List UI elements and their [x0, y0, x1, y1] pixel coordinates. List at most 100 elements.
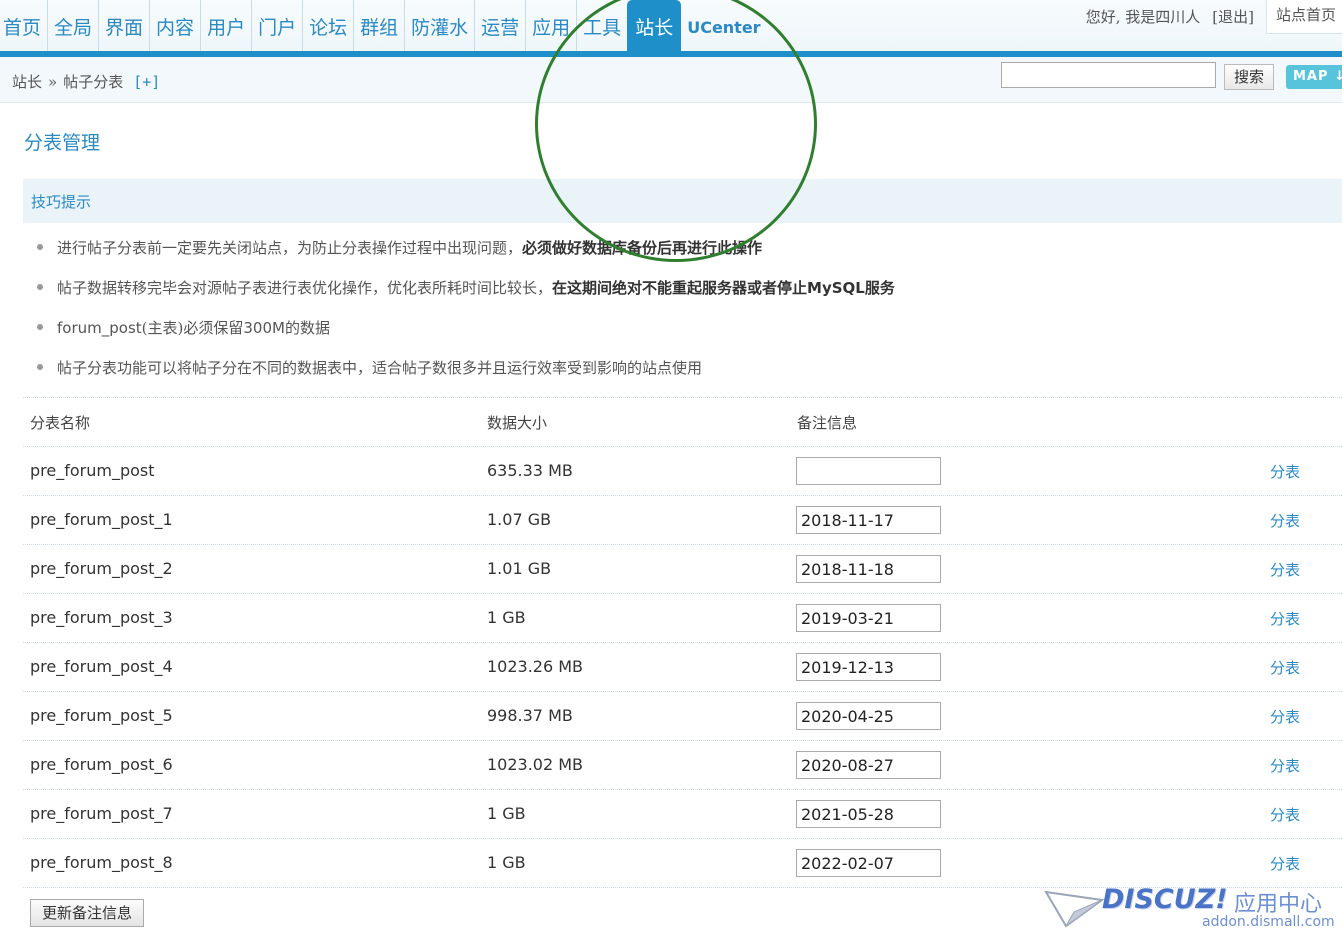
map-button[interactable]: MAP ↓: [1286, 65, 1342, 89]
nav-item-home[interactable]: 首页: [0, 0, 49, 52]
table-name-cell: pre_forum_post_1: [30, 510, 173, 529]
tip-strong: 在这期间绝对不能重起服务器或者停止: [552, 279, 808, 297]
table-row: pre_forum_post_1 1.07 GB 分表: [23, 496, 1342, 545]
note-input[interactable]: [796, 555, 941, 583]
tip-item: 进行帖子分表前一定要先关闭站点，为防止分表操作过程中出现问题，必须做好数据库备份…: [23, 228, 895, 268]
table-name-cell: pre_forum_post_3: [30, 608, 173, 627]
nav-item-groups[interactable]: 群组: [354, 0, 406, 52]
split-table-link[interactable]: 分表: [1270, 706, 1300, 727]
note-input[interactable]: [796, 457, 941, 485]
table-name-cell: pre_forum_post_7: [30, 804, 173, 823]
data-size-cell: 635.33 MB: [487, 461, 573, 480]
tip-tail: 的数据: [284, 319, 330, 337]
user-info: 您好, 我是四川人 [退出]: [1086, 6, 1254, 27]
nav-item-apps[interactable]: 应用: [526, 0, 578, 52]
watermark-logo: DISCUZ!: [1102, 884, 1228, 915]
split-table-link[interactable]: 分表: [1270, 608, 1300, 629]
tips-header: 技巧提示: [23, 179, 1342, 223]
table-row: pre_forum_post_8 1 GB 分表: [23, 839, 1342, 888]
nav-item-content[interactable]: 内容: [150, 0, 202, 52]
map-label: MAP: [1293, 69, 1329, 84]
search-button[interactable]: 搜索: [1224, 64, 1274, 90]
breadcrumb-current: 帖子分表: [63, 73, 124, 91]
nav-item-interface[interactable]: 界面: [99, 0, 151, 52]
data-size-cell: 1023.26 MB: [487, 657, 584, 676]
watermark-url: addon.dismall.com: [1202, 914, 1335, 930]
table-name-cell: pre_forum_post_2: [30, 559, 173, 578]
add-shortcut-link[interactable]: [+]: [133, 73, 160, 91]
nav-item-global[interactable]: 全局: [48, 0, 100, 52]
main-nav: 首页 全局 界面 内容 用户 门户 论坛 群组 防灌水 运营 应用 工具 站长 …: [0, 0, 767, 52]
split-table-link[interactable]: 分表: [1270, 461, 1300, 482]
split-table-link[interactable]: 分表: [1270, 755, 1300, 776]
table-header: 分表名称 数据大小 备注信息: [23, 398, 1342, 447]
nav-item-users[interactable]: 用户: [201, 0, 253, 52]
header-size: 数据大小: [487, 414, 548, 432]
nav-item-tools[interactable]: 工具: [577, 0, 627, 52]
breadcrumb-parent[interactable]: 站长: [12, 73, 42, 91]
logout-link[interactable]: [退出]: [1212, 8, 1254, 26]
update-notes-button[interactable]: 更新备注信息: [30, 899, 144, 927]
note-input[interactable]: [796, 849, 941, 877]
tips-title: 技巧提示: [31, 193, 92, 211]
tip-text: 帖子分表功能可以将帖子分在不同的数据表中，适合帖子数很多并且运行效率受到影响的站…: [57, 359, 703, 377]
table-row: pre_forum_post_6 1023.02 MB 分表: [23, 741, 1342, 790]
data-size-cell: 1.01 GB: [487, 559, 552, 578]
site-home-button[interactable]: 站点首页: [1266, 0, 1342, 34]
note-input[interactable]: [796, 751, 941, 779]
data-size-cell: 1 GB: [487, 853, 526, 872]
note-input[interactable]: [796, 702, 941, 730]
nav-item-operations[interactable]: 运营: [475, 0, 527, 52]
split-table-link[interactable]: 分表: [1270, 657, 1300, 678]
nav-item-portal[interactable]: 门户: [252, 0, 304, 52]
table-name-cell: pre_forum_post_4: [30, 657, 173, 676]
tip-item: 帖子数据转移完毕会对源帖子表进行表优化操作，优化表所耗时间比较长，在这期间绝对不…: [23, 268, 895, 308]
split-table-link[interactable]: 分表: [1270, 804, 1300, 825]
nav-item-forum[interactable]: 论坛: [303, 0, 355, 52]
note-input[interactable]: [796, 506, 941, 534]
split-table-link[interactable]: 分表: [1270, 510, 1300, 531]
breadcrumb: 站长 » 帖子分表 [+]: [12, 71, 160, 92]
data-size-cell: 998.37 MB: [487, 706, 573, 725]
tip-text: 进行帖子分表前一定要先关闭站点，为防止分表操作过程中出现问题，: [57, 239, 523, 257]
search-input[interactable]: [1001, 62, 1216, 88]
nav-accent-line: [0, 51, 1342, 57]
top-nav-bar: 首页 全局 界面 内容 用户 门户 论坛 群组 防灌水 运营 应用 工具 站长 …: [0, 0, 1342, 58]
nav-item-ucenter[interactable]: UCenter: [681, 0, 766, 52]
tip-strong-mysql: MySQL: [807, 279, 865, 297]
tip-text: 帖子数据转移完毕会对源帖子表进行表优化操作，优化表所耗时间比较长，: [57, 279, 553, 297]
data-size-cell: 1 GB: [487, 608, 526, 627]
table-name-cell: pre_forum_post_5: [30, 706, 173, 725]
table-row: pre_forum_post_3 1 GB 分表: [23, 594, 1342, 643]
tip-size: 300M: [243, 319, 285, 337]
watermark: DISCUZ! 应用中心 addon.dismall.com: [1044, 884, 1342, 934]
nav-item-webmaster[interactable]: 站长: [627, 0, 682, 52]
user-greeting: 您好, 我是四川人: [1085, 8, 1201, 26]
nav-item-antispam[interactable]: 防灌水: [405, 0, 476, 52]
split-table-link[interactable]: 分表: [1270, 853, 1300, 874]
table-row: pre_forum_post_2 1.01 GB 分表: [23, 545, 1342, 594]
table-row: pre_forum_post_4 1023.26 MB 分表: [23, 643, 1342, 692]
table-name-cell: pre_forum_post_6: [30, 755, 173, 774]
table-row: pre_forum_post_7 1 GB 分表: [23, 790, 1342, 839]
note-input[interactable]: [796, 800, 941, 828]
header-note: 备注信息: [797, 414, 858, 432]
tip-strong: 必须做好数据库备份后再进行此操作: [522, 239, 763, 257]
paper-plane-icon: [1044, 890, 1104, 928]
note-input[interactable]: [796, 604, 941, 632]
data-size-cell: 1.07 GB: [487, 510, 552, 529]
tip-text: (主表)必须保留: [141, 319, 244, 337]
page-title: 分表管理: [24, 132, 101, 154]
tip-item: forum_post(主表)必须保留300M的数据: [23, 308, 895, 348]
split-table-link[interactable]: 分表: [1270, 559, 1300, 580]
tip-strong-tail: 服务: [864, 279, 895, 297]
table-row: pre_forum_post 635.33 MB 分表: [23, 447, 1342, 496]
table-name-cell: pre_forum_post_8: [30, 853, 173, 872]
data-size-cell: 1023.02 MB: [487, 755, 584, 774]
arrow-down-icon: ↓: [1334, 69, 1342, 84]
header-name: 分表名称: [30, 414, 91, 432]
note-input[interactable]: [796, 653, 941, 681]
tip-item: 帖子分表功能可以将帖子分在不同的数据表中，适合帖子数很多并且运行效率受到影响的站…: [23, 348, 895, 388]
split-table: 分表名称 数据大小 备注信息 pre_forum_post 635.33 MB 分表…: [23, 397, 1342, 888]
breadcrumb-separator: »: [48, 73, 58, 91]
